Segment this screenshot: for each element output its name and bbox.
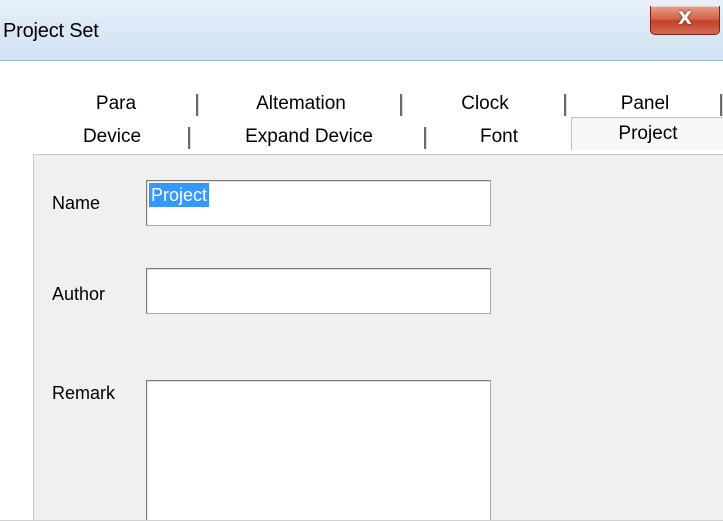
window-title: Project Set [3, 20, 99, 42]
tab-panel[interactable]: Panel [567, 90, 723, 118]
tab-row-back: Para Altemation Clock Panel [33, 90, 723, 120]
remark-label: Remark [52, 383, 116, 403]
author-label: Author [52, 284, 106, 304]
tab-label: Expand Device [245, 126, 373, 147]
name-input[interactable]: Project [146, 180, 491, 226]
tab-clock[interactable]: Clock [403, 90, 567, 118]
close-icon: X [678, 8, 692, 29]
close-button[interactable]: X [650, 6, 720, 35]
title-bar[interactable]: Project Set X [0, 0, 723, 61]
name-label: Name [52, 193, 101, 213]
tab-label: Para [95, 93, 137, 114]
tab-para[interactable]: Para [33, 90, 199, 118]
tab-row-front: Device Expand Device Font Project [33, 117, 723, 153]
tab-altemation[interactable]: Altemation [199, 90, 403, 118]
tab-project[interactable]: Project [571, 117, 723, 150]
remark-textarea[interactable] [146, 380, 491, 521]
tab-label: Device [82, 126, 142, 147]
tab-label: Project [618, 123, 678, 144]
tab-label: Font [479, 126, 519, 147]
tab-label: Altemation [256, 93, 346, 114]
tab-font[interactable]: Font [427, 123, 571, 151]
tab-device[interactable]: Device [33, 123, 191, 151]
project-set-dialog: Project Set X Para Altemation Clock Pane… [0, 0, 723, 521]
author-input[interactable] [146, 268, 491, 314]
tab-label: Panel [620, 93, 670, 114]
tab-expand-device[interactable]: Expand Device [191, 123, 427, 151]
tab-label: Clock [461, 93, 509, 114]
name-input-value: Project [149, 183, 210, 207]
